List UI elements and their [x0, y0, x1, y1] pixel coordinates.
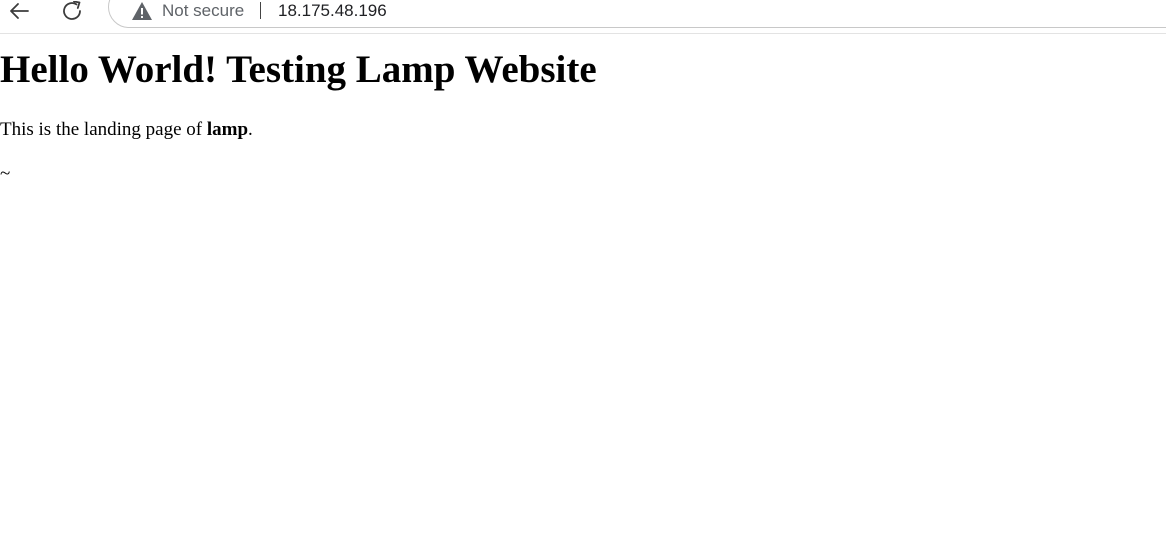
security-label: Not secure	[162, 1, 245, 20]
page-content: Hello World! Testing Lamp Website This i…	[0, 35, 1166, 535]
address-divider	[260, 2, 261, 19]
url-text[interactable]: 18.175.48.196	[278, 0, 387, 22]
reload-icon	[63, 1, 81, 20]
landing-paragraph: This is the landing page of lamp.	[0, 119, 253, 141]
paragraph-text: This is the landing page of	[0, 119, 207, 140]
back-arrow-icon	[10, 3, 29, 19]
warning-icon	[132, 2, 152, 20]
paragraph-bold-text: lamp	[206, 119, 249, 140]
tilde-text: ~	[0, 163, 11, 184]
back-button[interactable]	[4, 0, 34, 24]
security-indicator[interactable]: Not secure	[131, 0, 244, 22]
reload-button[interactable]	[58, 0, 88, 24]
address-bar[interactable]	[108, 0, 1166, 28]
browser-toolbar: Not secure 18.175.48.196	[0, 0, 1166, 34]
paragraph-end: .	[248, 119, 253, 140]
page-title: Hello World! Testing Lamp Website	[0, 48, 597, 91]
